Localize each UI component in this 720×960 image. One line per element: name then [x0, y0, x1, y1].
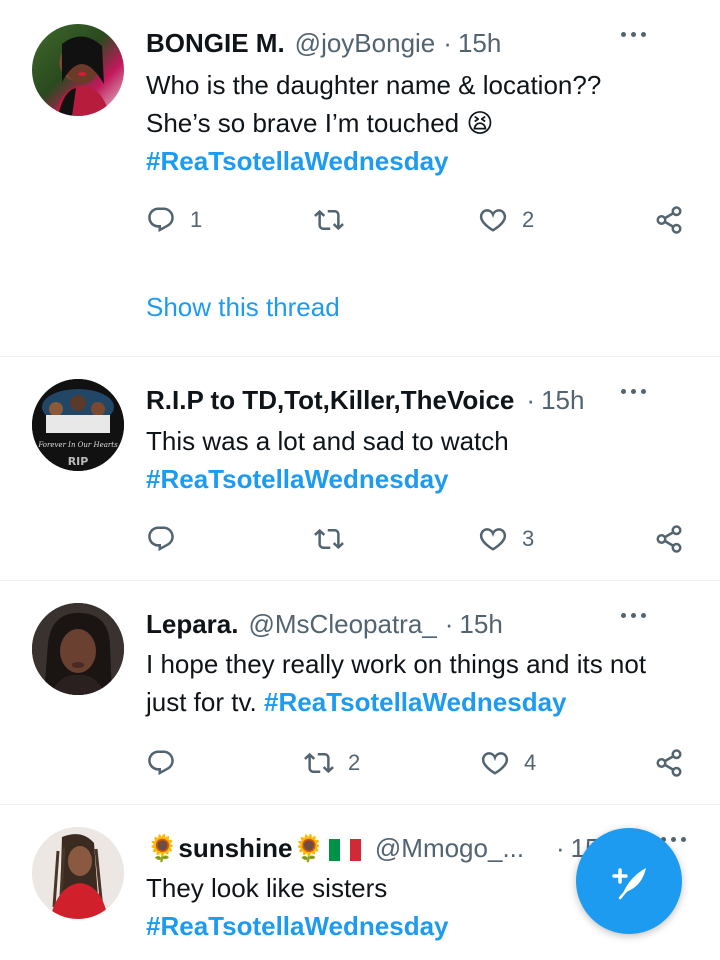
more-icon[interactable] [621, 389, 646, 394]
retweet-icon [314, 205, 344, 235]
avatar[interactable]: Forever In Our Hearts RIP [32, 379, 124, 471]
sunflower-emoji: 🌻 [146, 832, 179, 863]
tweet-text: This was a lot and sad to watch #ReaTsot… [146, 422, 690, 498]
separator-dot: · [443, 27, 452, 58]
display-name[interactable]: BONGIE M. [146, 28, 285, 59]
user-handle[interactable]: @Mmogo_... [375, 833, 524, 864]
tweet-text-line: Who is the daughter name & location?? [146, 70, 602, 100]
sunflower-emoji: 🌻 [292, 832, 325, 863]
more-icon[interactable] [621, 613, 646, 618]
reply-button[interactable] [146, 519, 176, 559]
tweet-text-line: just for tv. #ReaTsotellaWednesday [146, 683, 690, 721]
like-count: 4 [524, 750, 537, 775]
more-icon[interactable] [621, 32, 646, 37]
tweet-text-line: This was a lot and sad to watch [146, 426, 509, 456]
share-button[interactable] [654, 200, 684, 240]
hashtag-link[interactable]: #ReaTsotellaWednesday [146, 460, 690, 498]
reply-icon [146, 748, 176, 778]
like-count: 3 [522, 526, 535, 551]
display-name[interactable]: R.I.P to TD,Tot,Killer,TheVoice [146, 385, 514, 416]
avatar[interactable] [32, 603, 124, 695]
like-count: 2 [522, 207, 535, 232]
separator-dot: · [526, 384, 536, 415]
retweet-count: 2 [348, 750, 361, 775]
tweet-3[interactable]: Lepara. @MsCleopatra_ · 15h I hope they … [0, 581, 720, 803]
share-icon [654, 748, 684, 778]
avatar[interactable] [32, 827, 124, 919]
retweet-icon [304, 748, 334, 778]
avatar-image: Forever In Our Hearts RIP [32, 379, 124, 471]
avatar-text: RIP [68, 455, 89, 468]
compose-tweet-button[interactable] [576, 828, 682, 934]
separator-dot: · [444, 608, 454, 639]
retweet-icon [314, 524, 344, 554]
tweet-text-line: I hope they really work on things and it… [146, 649, 647, 679]
timestamp[interactable]: 15h [459, 609, 502, 640]
like-button[interactable]: 2 [478, 200, 534, 240]
share-icon [654, 524, 684, 554]
reply-icon [146, 205, 176, 235]
avatar-image [32, 827, 124, 919]
reply-count: 1 [190, 207, 203, 232]
heart-icon [480, 748, 510, 778]
share-button[interactable] [654, 519, 684, 559]
retweet-button[interactable] [314, 519, 344, 559]
avatar-image [54, 36, 110, 116]
tweet-1[interactable]: BONGIE M. @joyBongie · 15h Who is the da… [0, 0, 720, 356]
share-icon [654, 205, 684, 235]
compose-tweet-icon [612, 868, 646, 900]
tweet-text: I hope they really work on things and it… [146, 645, 690, 721]
reply-button[interactable]: 1 [146, 200, 202, 240]
avatar[interactable] [32, 24, 124, 116]
tweet-actions: 3 [146, 519, 696, 559]
svg-text:Forever In Our Hearts: Forever In Our Hearts [37, 441, 118, 449]
hashtag-link[interactable]: #ReaTsotellaWednesday [146, 142, 690, 180]
avatar-image [32, 603, 124, 695]
user-handle[interactable]: @joyBongie [295, 28, 436, 59]
share-button[interactable] [654, 743, 684, 783]
retweet-button[interactable] [314, 200, 344, 240]
timestamp[interactable]: 15h [458, 28, 501, 59]
show-thread-link[interactable]: Show this thread [146, 292, 340, 323]
tweet-2[interactable]: Forever In Our Hearts RIP R.I.P to TD,To… [0, 357, 720, 579]
hashtag-link[interactable]: #ReaTsotellaWednesday [264, 687, 567, 717]
timestamp[interactable]: 15h [541, 385, 584, 416]
heart-icon [478, 524, 508, 554]
tweet-actions: 2 4 [146, 743, 696, 783]
reply-icon [146, 524, 176, 554]
retweet-button[interactable]: 2 [304, 743, 360, 783]
reply-button[interactable] [146, 743, 176, 783]
display-name[interactable]: sunshine [178, 833, 292, 864]
tweet-actions: 1 2 [146, 200, 696, 240]
italy-flag-icon [328, 837, 361, 861]
emoji: 😫 [466, 108, 494, 138]
tweet-text-span: She’s so brave I’m touched [146, 108, 460, 138]
tweet-text-line: She’s so brave I’m touched 😫 [146, 104, 690, 142]
like-button[interactable]: 3 [478, 519, 534, 559]
user-handle[interactable]: @MsCleopatra_ [249, 609, 437, 640]
separator-dot: · [556, 832, 565, 863]
heart-icon [478, 205, 508, 235]
display-name[interactable]: Lepara. [146, 609, 239, 640]
tweet-text-span: just for tv. [146, 687, 257, 717]
tweet-text: Who is the daughter name & location?? Sh… [146, 66, 690, 180]
like-button[interactable]: 4 [480, 743, 536, 783]
